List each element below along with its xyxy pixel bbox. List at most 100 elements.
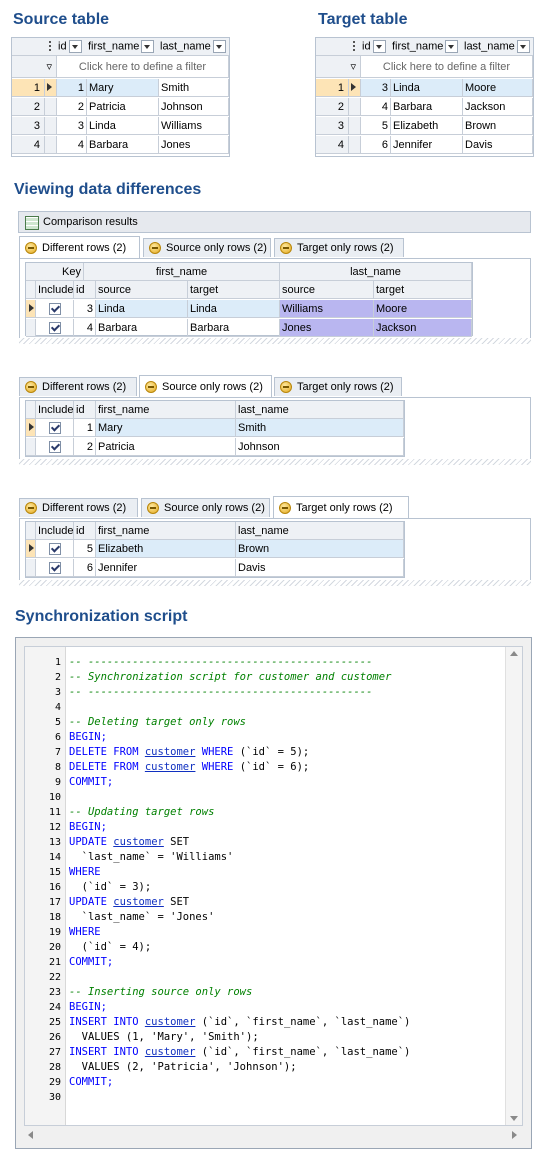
code-token: -- Inserting source only rows <box>69 986 253 998</box>
comparison-icon <box>25 242 37 254</box>
source-only-grid[interactable]: Include id first_name last_name 1 Mary S… <box>25 400 405 457</box>
include-checkbox[interactable] <box>36 438 74 456</box>
tab-target-only-rows[interactable]: Target only rows (2) <box>273 496 409 518</box>
scroll-down-icon[interactable] <box>510 1116 518 1121</box>
table-link[interactable]: customer <box>145 746 196 758</box>
table-link[interactable]: customer <box>145 1046 196 1058</box>
tab-source-only-rows[interactable]: Source only rows (2) <box>143 238 271 257</box>
code-line[interactable]: COMMIT; <box>69 955 113 970</box>
line-number: 25 <box>48 1017 61 1028</box>
sort-dropdown-icon[interactable] <box>372 40 386 53</box>
code-line[interactable]: BEGIN; <box>69 730 107 745</box>
scroll-up-icon[interactable] <box>510 651 518 656</box>
filter-row[interactable]: Click here to define a filter <box>57 56 229 78</box>
code-line[interactable]: COMMIT; <box>69 775 113 790</box>
col-header-first-name[interactable]: first_name <box>88 40 155 53</box>
code-line[interactable]: INSERT INTO customer (`id`, `first_name`… <box>69 1015 410 1030</box>
col-header-first-name: first_name <box>96 522 236 540</box>
scroll-left-icon[interactable] <box>28 1131 33 1139</box>
col-header-first-name[interactable]: first_name <box>392 40 459 53</box>
code-line[interactable]: BEGIN; <box>69 820 107 835</box>
sort-dropdown-icon[interactable] <box>516 40 530 53</box>
table-link[interactable]: customer <box>113 896 164 908</box>
include-checkbox[interactable] <box>36 540 74 558</box>
sort-dropdown-icon[interactable] <box>445 40 459 53</box>
code-token: (`id` = 5); <box>239 746 310 758</box>
line-number: 19 <box>48 927 61 938</box>
col-header-id[interactable]: id <box>362 40 386 53</box>
code-token: COMMIT; <box>69 776 114 788</box>
tab-target-only-rows[interactable]: Target only rows (2) <box>274 238 404 257</box>
target-grid[interactable]: id first_name last_name ▿ Click here to … <box>315 37 534 157</box>
tabbar-1: Different rows (2) Source only rows (2) … <box>19 236 531 258</box>
tab-different-rows[interactable]: Different rows (2) <box>19 498 138 517</box>
col-header-id[interactable]: id <box>58 40 82 53</box>
table-link[interactable]: customer <box>113 836 164 848</box>
vertical-scrollbar[interactable] <box>505 647 522 1125</box>
sync-section-title: Synchronization script <box>15 608 188 625</box>
code-token: `last_name` = 'Williams' <box>69 851 234 863</box>
different-rows-grid[interactable]: Key first_name last_name Include id sour… <box>25 262 473 337</box>
code-token: (`id` = 4); <box>69 941 152 953</box>
code-line[interactable]: -- -------------------------------------… <box>69 685 372 700</box>
code-line[interactable]: BEGIN; <box>69 1000 107 1015</box>
code-area[interactable]: 1 2 3 4 5 6 7 8 9 10 11 12 13 14 15 16 17 18 19 20 21 22 23 24 2… <box>24 646 523 1126</box>
include-checkbox[interactable] <box>36 559 74 577</box>
line-number: 18 <box>48 912 61 923</box>
code-line[interactable]: WHERE <box>69 865 101 880</box>
tab-source-only-rows[interactable]: Source only rows (2) <box>139 375 272 397</box>
code-line[interactable]: VALUES (2, 'Patricia', 'Johnson'); <box>69 1060 297 1075</box>
sort-dropdown-icon[interactable] <box>212 40 226 53</box>
col-header-last-name[interactable]: last_name <box>464 40 530 53</box>
code-line[interactable]: INSERT INTO customer (`id`, `first_name`… <box>69 1045 410 1060</box>
code-line[interactable]: -- Synchronization script for customer a… <box>69 670 391 685</box>
code-line[interactable]: UPDATE customer SET <box>69 835 189 850</box>
sort-dropdown-icon[interactable] <box>68 40 82 53</box>
line-number: 3 <box>54 687 61 698</box>
source-grid[interactable]: id first_name last_name ▿ Click here to … <box>11 37 230 157</box>
tab-different-rows[interactable]: Different rows (2) <box>19 236 140 258</box>
code-line[interactable]: VALUES (1, 'Mary', 'Smith'); <box>69 1030 259 1045</box>
code-token: (`id` = 3); <box>69 881 152 893</box>
line-number: 11 <box>48 807 61 818</box>
include-checkbox[interactable] <box>36 319 74 337</box>
line-number: 22 <box>48 972 61 983</box>
code-token: WHERE <box>69 926 101 938</box>
code-line[interactable]: DELETE FROM customer WHERE (`id` = 5); <box>69 745 309 760</box>
torn-edge <box>19 580 531 586</box>
code-line[interactable]: -- Deleting target only rows <box>69 715 246 730</box>
code-line[interactable]: -- -------------------------------------… <box>69 655 372 670</box>
code-line[interactable]: `last_name` = 'Williams' <box>69 850 234 865</box>
code-line[interactable]: (`id` = 4); <box>69 940 152 955</box>
code-line[interactable]: WHERE <box>69 925 101 940</box>
code-line[interactable]: -- Inserting source only rows <box>69 985 252 1000</box>
line-number: 2 <box>54 672 61 683</box>
include-checkbox[interactable] <box>36 419 74 437</box>
filter-icon[interactable]: ▿ <box>12 56 57 78</box>
col-header-last-name[interactable]: last_name <box>160 40 226 53</box>
tabbar-2: Different rows (2) Source only rows (2) … <box>19 375 531 397</box>
scroll-right-icon[interactable] <box>512 1131 517 1139</box>
sort-dropdown-icon[interactable] <box>141 40 155 53</box>
filter-icon[interactable]: ▿ <box>316 56 361 78</box>
tab-different-rows[interactable]: Different rows (2) <box>19 377 137 396</box>
code-line[interactable]: COMMIT; <box>69 1075 113 1090</box>
code-line[interactable]: UPDATE customer SET <box>69 895 189 910</box>
code-line[interactable]: -- Updating target rows <box>69 805 214 820</box>
code-line[interactable]: `last_name` = 'Jones' <box>69 910 215 925</box>
col-header-source: source <box>96 281 188 299</box>
different-rows-panel: Key first_name last_name Include id sour… <box>19 258 531 339</box>
target-only-grid[interactable]: Include id first_name last_name 5 Elizab… <box>25 521 405 578</box>
code-token: COMMIT; <box>69 1076 114 1088</box>
include-checkbox[interactable] <box>36 300 74 318</box>
code-line[interactable]: DELETE FROM customer WHERE (`id` = 6); <box>69 760 309 775</box>
filter-row[interactable]: Click here to define a filter <box>361 56 533 78</box>
horizontal-scrollbar[interactable] <box>24 1128 521 1142</box>
line-number: 17 <box>48 897 61 908</box>
tab-target-only-rows[interactable]: Target only rows (2) <box>274 377 402 396</box>
line-number: 10 <box>48 792 61 803</box>
tab-source-only-rows[interactable]: Source only rows (2) <box>141 498 270 517</box>
table-link[interactable]: customer <box>145 761 196 773</box>
table-link[interactable]: customer <box>145 1016 196 1028</box>
code-line[interactable]: (`id` = 3); <box>69 880 152 895</box>
